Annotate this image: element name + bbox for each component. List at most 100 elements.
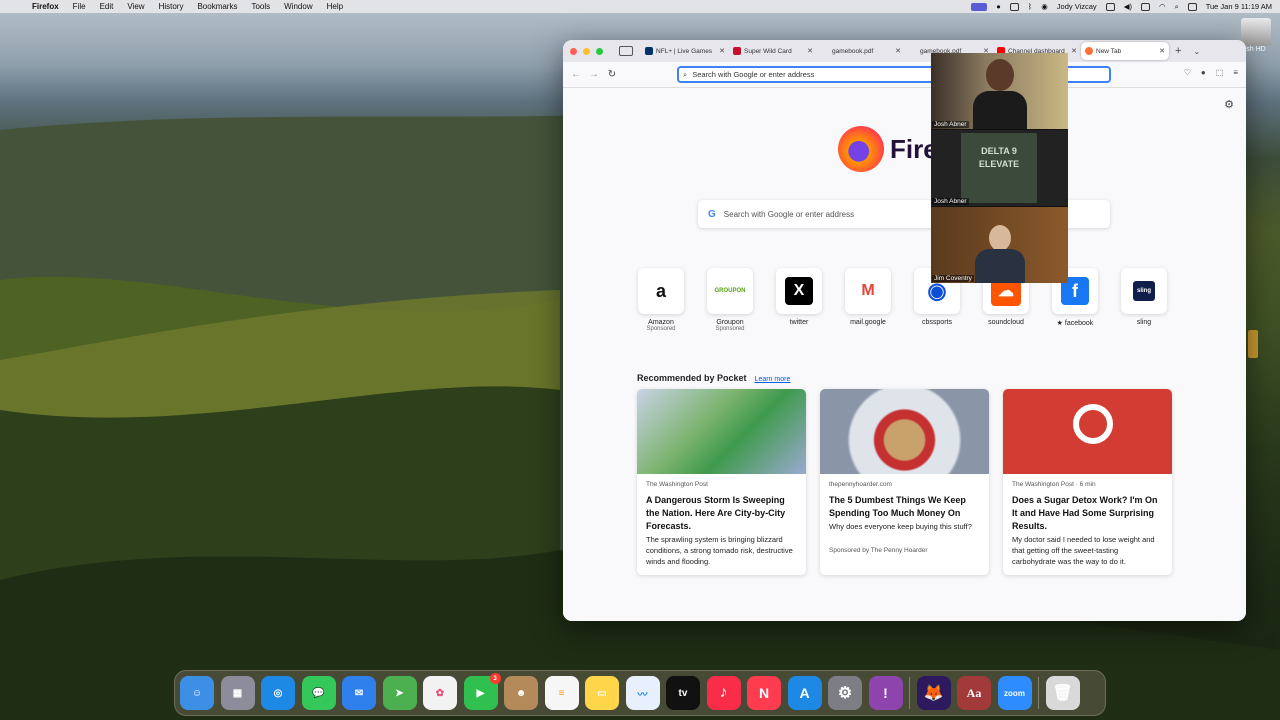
tab-title: New Tab	[1096, 47, 1122, 55]
settings-gear-icon[interactable]: ⚙	[1224, 98, 1234, 111]
feedback-icon[interactable]: !	[868, 676, 903, 710]
menu-help[interactable]: Help	[321, 2, 351, 11]
dictionary-icon[interactable]: Aa	[957, 676, 991, 710]
weather-map-image	[637, 389, 806, 474]
card-sponsor: Sponsored by The Penny Hoarder	[829, 546, 928, 554]
top-site-label: cbssports	[922, 319, 952, 326]
pocket-icon[interactable]: ♡	[1184, 68, 1191, 77]
user-name[interactable]: Jody Vizcay	[1057, 2, 1097, 11]
contacts-icon[interactable]: ☻	[504, 676, 538, 710]
person-body	[973, 91, 1027, 129]
groupon-icon: GROUPON	[707, 268, 753, 314]
facetime-badge: 3	[489, 673, 501, 684]
top-site-sling[interactable]: sling sling	[1120, 268, 1168, 332]
menu-view[interactable]: View	[121, 2, 152, 11]
launchpad-icon[interactable]: ▦	[220, 676, 255, 710]
close-tab-icon[interactable]: ✕	[895, 47, 901, 55]
notes-icon[interactable]: ▭	[585, 676, 619, 710]
top-site-label: sling	[1136, 319, 1152, 326]
input-icon[interactable]	[1140, 2, 1150, 11]
new-tab-button[interactable]: +	[1175, 45, 1181, 57]
close-tab-icon[interactable]: ✕	[807, 47, 813, 55]
safari-icon[interactable]: ◎	[261, 676, 295, 710]
tab-new-tab[interactable]: New Tab ✕	[1081, 42, 1169, 60]
music-icon[interactable]: ♪	[706, 676, 741, 710]
card-source: The Washington Post	[646, 481, 708, 488]
freeform-icon[interactable]: 〰	[625, 676, 660, 710]
tab-wildcard[interactable]: Super Wild Card ✕	[729, 42, 817, 60]
maps-icon[interactable]: ➤	[382, 676, 417, 710]
top-sites: a Amazon Sponsored GROUPON Groupon Sponsored…	[637, 268, 1168, 332]
person-body	[975, 249, 1025, 283]
system-settings-icon[interactable]: ⚙	[828, 676, 862, 710]
minimize-window-button[interactable]	[583, 47, 590, 55]
reload-icon[interactable]: ↻	[603, 69, 621, 80]
zoom-status-icon[interactable]	[971, 2, 988, 11]
learn-more-link[interactable]: Learn more	[755, 376, 791, 383]
zoom-video-panel[interactable]: Josh Abner DELTA 9 ELEVATE Josh Abner Ji…	[931, 53, 1068, 283]
finder-icon[interactable]: ☺	[180, 676, 214, 710]
tv-icon[interactable]: tv	[666, 676, 700, 710]
control-center-icon[interactable]	[1187, 2, 1197, 11]
firefox-view-icon[interactable]	[619, 46, 633, 56]
mail-icon[interactable]: ✉	[342, 676, 376, 710]
menu-window[interactable]: Window	[278, 2, 320, 11]
facetime-icon[interactable]: ▶ 3	[463, 673, 501, 710]
menu-file[interactable]: File	[67, 2, 94, 11]
photos-icon[interactable]: ✿	[423, 676, 457, 710]
sugar-spoon-image	[1003, 389, 1172, 474]
screen-icon[interactable]	[1105, 2, 1115, 11]
tab-bar: NFL+ | Live Games ✕ Super Wild Card ✕ game…	[563, 40, 1246, 62]
news-icon[interactable]: N	[747, 676, 781, 710]
list-all-tabs-icon[interactable]: ⌄	[1193, 47, 1200, 56]
close-window-button[interactable]	[570, 47, 577, 55]
volume-icon[interactable]: ◀)	[1124, 2, 1132, 11]
pocket-card[interactable]: thepennyhoarder.com The 5 Dumbest Things …	[820, 389, 989, 575]
firefox-favicon-icon	[1085, 47, 1093, 55]
top-site-amazon[interactable]: a Amazon Sponsored	[637, 268, 685, 332]
menu-history[interactable]: History	[153, 2, 192, 11]
menu-app-name[interactable]: Firefox	[26, 2, 67, 11]
pdf-favicon-icon	[909, 47, 917, 55]
gmail-icon: M	[845, 268, 891, 314]
trash-icon[interactable]: 🗑	[1045, 676, 1080, 710]
top-site-label: twitter	[789, 319, 809, 326]
card-excerpt: The sprawling system is bringing blizzar…	[646, 535, 793, 566]
zoom-window-button[interactable]	[596, 47, 603, 55]
top-site-twitter[interactable]: Xtwitter	[775, 268, 823, 332]
firefox-icon[interactable]: 🦊	[916, 676, 951, 710]
spotlight-icon[interactable]: ⌕	[1175, 2, 1179, 12]
menu-tools[interactable]: Tools	[245, 2, 278, 11]
play-icon[interactable]: ◉	[1041, 2, 1048, 11]
bluetooth-icon[interactable]: ᛒ	[1028, 2, 1033, 11]
status-icon-1[interactable]: ●	[996, 2, 1001, 11]
pocket-card[interactable]: The Washington Post A Dangerous Storm Is …	[637, 389, 806, 575]
pocket-heading: Recommended by Pocket	[637, 373, 747, 383]
reminders-icon[interactable]: ≡	[544, 676, 579, 710]
wifi-icon[interactable]: ◠	[1159, 2, 1166, 11]
dock: ☺ ▦ ◎ 💬 ✉ ➤ ✿ ▶ 3 ☻ ≡ ▭ 〰 tv ♪ N A ⚙ ! 🦊 …	[174, 670, 1106, 716]
messages-icon[interactable]: 💬	[301, 676, 336, 710]
tab-gamebook-1[interactable]: gamebook.pdf ✕	[817, 42, 905, 60]
menubar-clock[interactable]: Tue Jan 9 11:19 AM	[1206, 2, 1272, 11]
pocket-card[interactable]: The Washington Post · 6 min Does a Sugar …	[1003, 389, 1172, 575]
tab-nfl[interactable]: NFL+ | Live Games ✕	[641, 42, 729, 60]
top-site-gmail[interactable]: Mmail.google	[844, 268, 892, 332]
forward-icon[interactable]: →	[585, 69, 603, 80]
menu-icon[interactable]: ≡	[1233, 68, 1238, 77]
firefox-logo-icon	[838, 126, 884, 172]
search-placeholder: Search with Google or enter address	[723, 209, 855, 219]
menu-edit[interactable]: Edit	[94, 2, 122, 11]
desktop-folder-icon[interactable]	[1248, 330, 1258, 358]
app-store-icon[interactable]: A	[787, 676, 822, 710]
back-icon[interactable]: ←	[567, 69, 585, 80]
close-tab-icon[interactable]: ✕	[1071, 47, 1077, 55]
top-site-groupon[interactable]: GROUPON Groupon Sponsored	[706, 268, 754, 332]
zoom-icon[interactable]: zoom	[997, 676, 1032, 710]
status-icon-2[interactable]	[1009, 2, 1019, 11]
close-tab-icon[interactable]: ✕	[1159, 47, 1165, 55]
account-icon[interactable]: ●	[1201, 68, 1206, 77]
close-tab-icon[interactable]: ✕	[719, 47, 725, 55]
menu-bookmarks[interactable]: Bookmarks	[191, 2, 245, 11]
extensions-icon[interactable]: ⬚	[1216, 68, 1224, 77]
